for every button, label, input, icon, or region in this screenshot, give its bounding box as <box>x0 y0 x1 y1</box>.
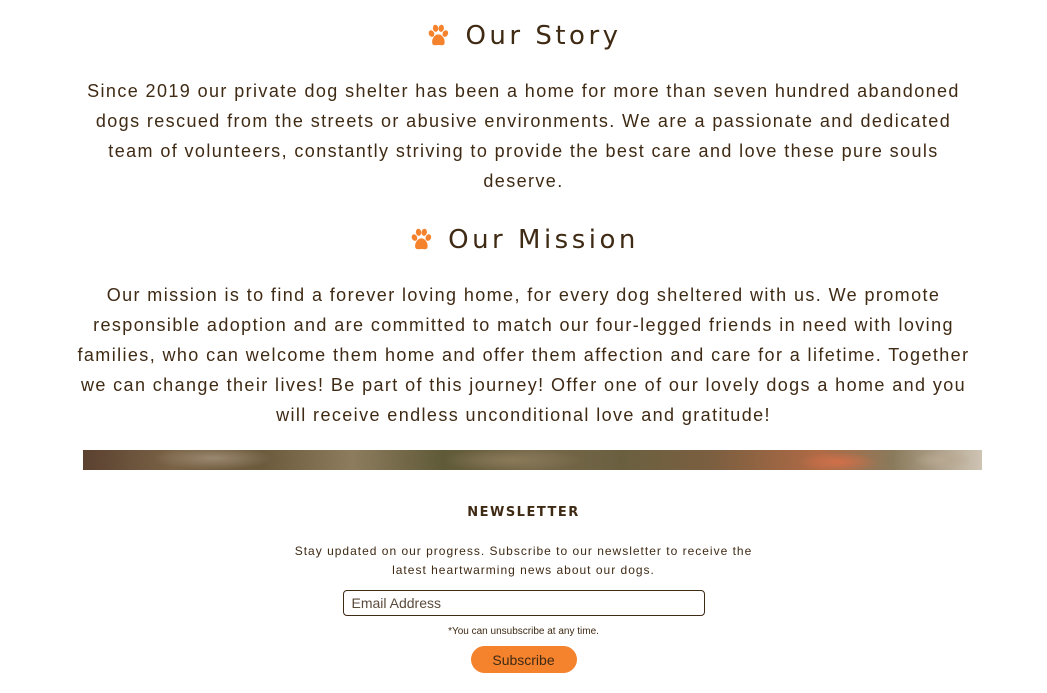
newsletter-title: NEWSLETTER <box>467 505 580 520</box>
dogs-photo-strip <box>83 450 982 470</box>
newsletter-section: NEWSLETTER Stay updated on our progress.… <box>0 500 1047 673</box>
unsubscribe-note: *You can unsubscribe at any time. <box>448 626 599 637</box>
subscribe-button[interactable]: Subscribe <box>470 646 577 673</box>
email-input[interactable] <box>342 590 705 616</box>
story-title: Our Story <box>465 21 622 51</box>
story-text: Since 2019 our private dog shelter has b… <box>87 81 960 191</box>
mission-body: Our mission is to find a forever loving … <box>0 280 1047 430</box>
paw-icon <box>411 228 432 250</box>
story-section-header: Our Story <box>0 18 1047 54</box>
story-heading: Our Story <box>0 18 1047 54</box>
newsletter-description: Stay updated on our progress. Subscribe … <box>294 544 753 577</box>
paw-icon <box>429 24 449 46</box>
mission-heading: Our Mission <box>0 222 1047 258</box>
story-body: Since 2019 our private dog shelter has b… <box>0 76 1047 196</box>
mission-text: Our mission is to find a forever loving … <box>77 285 970 425</box>
mission-title: Our Mission <box>448 225 639 255</box>
mission-section-header: Our Mission <box>0 222 1047 258</box>
